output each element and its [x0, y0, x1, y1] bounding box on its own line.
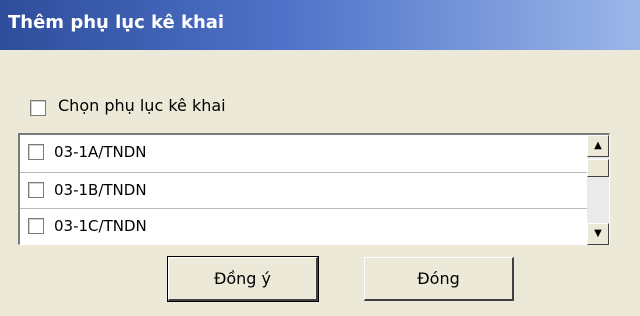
list-item-checkbox[interactable] [28, 144, 44, 160]
window-title: Thêm phụ lục kê khai [8, 12, 225, 33]
ok-button-label: Đồng ý [213, 269, 272, 288]
list-item[interactable]: 03-1B/TNDN [20, 173, 608, 209]
scroll-up-button[interactable]: ▲ [587, 135, 609, 157]
scroll-down-arrow-icon: ▼ [594, 228, 602, 239]
scroll-down-button[interactable]: ▼ [587, 223, 609, 245]
list-item-label: 03-1C/TNDN [54, 217, 147, 235]
scroll-thumb[interactable] [587, 159, 609, 177]
list-item-checkbox[interactable] [28, 182, 44, 198]
list-item-label: 03-1A/TNDN [54, 143, 147, 161]
list-item[interactable]: 03-1C/TNDN [20, 209, 608, 245]
scroll-up-arrow-icon: ▲ [594, 140, 602, 151]
appendix-listbox[interactable]: 03-1A/TNDN 03-1B/TNDN 03-1C/TNDN ▲ ▼ [18, 133, 610, 245]
list-item[interactable]: 03-1A/TNDN [20, 135, 608, 171]
vertical-scrollbar[interactable]: ▲ ▼ [587, 135, 609, 245]
dialog-window: { "window": { "title": "Thêm phụ lục kê … [0, 0, 640, 316]
select-all-label: Chọn phụ lục kê khai [58, 96, 226, 115]
close-button[interactable]: Đóng [364, 257, 514, 301]
title-bar[interactable]: Thêm phụ lục kê khai [0, 0, 640, 50]
select-all-checkbox[interactable] [30, 100, 46, 116]
close-button-label: Đóng [417, 269, 460, 288]
list-item-label: 03-1B/TNDN [54, 181, 147, 199]
list-item-checkbox[interactable] [28, 218, 44, 234]
ok-button[interactable]: Đồng ý [167, 256, 319, 302]
